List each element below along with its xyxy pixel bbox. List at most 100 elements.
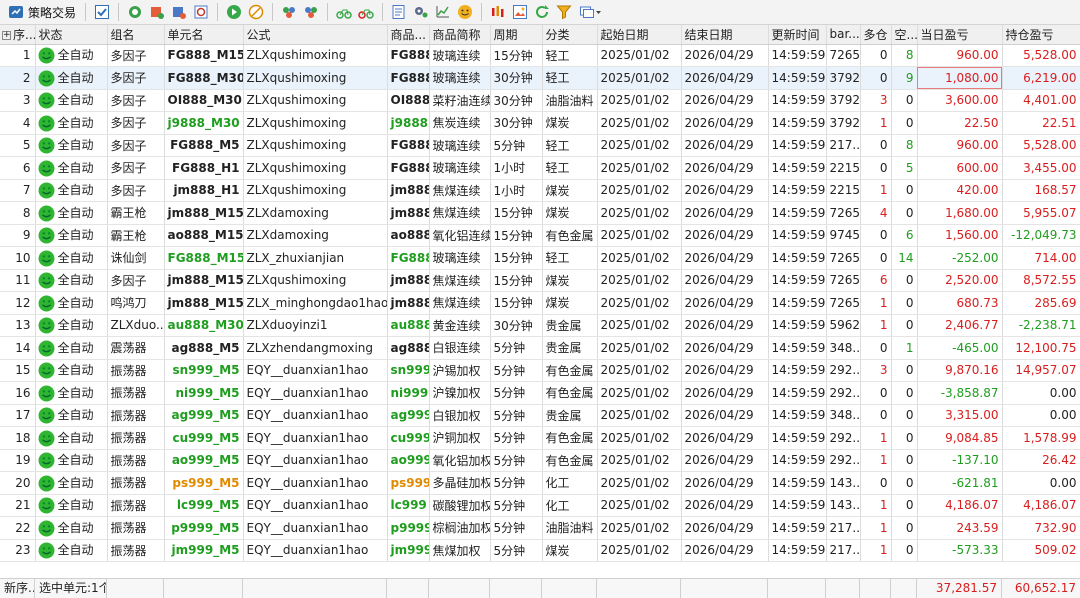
cell-day-pnl[interactable]: 3,600.00	[917, 89, 1003, 112]
cell-unit-name[interactable]: FG888_M15	[164, 44, 244, 67]
cell-unit-name[interactable]: FG888_M5	[164, 134, 244, 157]
cell-end-date[interactable]: 2026/04/29	[681, 111, 769, 135]
image-report-button[interactable]	[510, 2, 530, 22]
cell-index[interactable]: 13	[0, 314, 36, 337]
cell-period[interactable]: 1小时	[490, 179, 543, 202]
table-row[interactable]: 17 全自动 振荡器 ag999_M5 EQY__duanxian1hao ag999 白银…	[0, 404, 1080, 427]
cell-index[interactable]: 4	[0, 111, 36, 135]
cell-bars[interactable]: 217...	[826, 539, 861, 562]
cell-day-pnl[interactable]: -465.00	[917, 336, 1003, 360]
cell-position-pnl[interactable]: 22.51	[1002, 111, 1080, 135]
cell-product-name[interactable]: 焦煤加权	[429, 539, 491, 562]
cell-status[interactable]: 全自动	[35, 44, 108, 67]
cell-start-date[interactable]: 2025/01/02	[597, 359, 682, 382]
cell-end-date[interactable]: 2026/04/29	[681, 359, 769, 382]
cell-formula[interactable]: ZLXdamoxing	[243, 224, 388, 247]
cell-position-pnl[interactable]: 509.02	[1002, 539, 1080, 562]
cell-category[interactable]: 煤炭	[542, 291, 598, 315]
cell-short-position[interactable]: 6	[891, 224, 918, 247]
cell-unit-name[interactable]: ao888_M15	[164, 224, 244, 247]
cell-position-pnl[interactable]: -2,238.71	[1002, 314, 1080, 337]
cell-long-position[interactable]: 0	[860, 134, 892, 157]
cell-index[interactable]: 11	[0, 269, 36, 292]
cell-start-date[interactable]: 2025/01/02	[597, 381, 682, 405]
cell-status[interactable]: 全自动	[35, 246, 108, 270]
cell-day-pnl[interactable]: 420.00	[917, 179, 1003, 202]
cell-status[interactable]: 全自动	[35, 269, 108, 292]
cell-position-pnl[interactable]: 5,528.00	[1002, 44, 1080, 67]
cell-index[interactable]: 7	[0, 179, 36, 202]
cell-period[interactable]: 15分钟	[490, 201, 543, 225]
cell-unit-name[interactable]: cu999_M5	[164, 426, 244, 450]
cell-day-pnl[interactable]: 22.50	[917, 111, 1003, 135]
cell-bars[interactable]: 3792	[826, 66, 861, 90]
cell-group[interactable]: 多因子	[107, 179, 165, 202]
col-header-long[interactable]: 多仓	[860, 25, 892, 45]
cell-product-name[interactable]: 焦煤连续	[429, 179, 491, 202]
cell-formula[interactable]: ZLXduoyinzi1	[243, 314, 388, 337]
cell-end-date[interactable]: 2026/04/29	[681, 426, 769, 450]
cell-start-date[interactable]: 2025/01/02	[597, 494, 682, 517]
cell-update-time[interactable]: 14:59:59	[768, 516, 827, 540]
cell-product-name[interactable]: 沪镍加权	[429, 381, 491, 405]
cell-bars[interactable]: 7265	[826, 201, 861, 225]
cell-category[interactable]: 轻工	[542, 44, 598, 67]
cell-short-position[interactable]: 0	[891, 516, 918, 540]
cell-product-name[interactable]: 黄金连续	[429, 314, 491, 337]
stop-button[interactable]	[246, 2, 266, 22]
cell-index[interactable]: 14	[0, 336, 36, 360]
col-header-bars[interactable]: bar...	[826, 25, 861, 45]
cell-period[interactable]: 15分钟	[490, 269, 543, 292]
cell-group[interactable]: 霸王枪	[107, 224, 165, 247]
cell-end-date[interactable]: 2026/04/29	[681, 291, 769, 315]
cell-category[interactable]: 油脂油料	[542, 516, 598, 540]
cell-status[interactable]: 全自动	[35, 111, 108, 135]
cell-status[interactable]: 全自动	[35, 426, 108, 450]
cell-formula[interactable]: EQY__duanxian1hao	[243, 381, 388, 405]
col-header-formula[interactable]: 公式	[243, 25, 388, 45]
table-row[interactable]: 4 全自动 多因子 j9888_M30 ZLXqushimoxing j9888 焦炭连续 3…	[0, 111, 1080, 135]
cell-index[interactable]: 18	[0, 426, 36, 450]
cell-position-pnl[interactable]: 732.90	[1002, 516, 1080, 540]
cell-start-date[interactable]: 2025/01/02	[597, 449, 682, 472]
cell-position-pnl[interactable]: 4,186.07	[1002, 494, 1080, 517]
cell-index[interactable]: 9	[0, 224, 36, 247]
cell-short-position[interactable]: 0	[891, 494, 918, 517]
cell-update-time[interactable]: 14:59:59	[768, 201, 827, 225]
cell-position-pnl[interactable]: 5,528.00	[1002, 134, 1080, 157]
cell-end-date[interactable]: 2026/04/29	[681, 336, 769, 360]
cell-update-time[interactable]: 14:59:59	[768, 134, 827, 157]
cell-product-code[interactable]: ag999	[387, 404, 430, 427]
table-row[interactable]: 7 全自动 多因子 jm888_H1 ZLXqushimoxing jm888 焦煤连续 1小…	[0, 179, 1080, 202]
table-row[interactable]: 11 全自动 多因子 jm888_M15 ZLXqushimoxing jm888 焦煤连续…	[0, 269, 1080, 292]
candlestick-button[interactable]	[488, 2, 508, 22]
cell-group[interactable]: 振荡器	[107, 359, 165, 382]
cell-product-code[interactable]: ni999	[387, 381, 430, 405]
cell-start-date[interactable]: 2025/01/02	[597, 156, 682, 180]
cell-day-pnl[interactable]: -3,858.87	[917, 381, 1003, 405]
cell-period[interactable]: 15分钟	[490, 44, 543, 67]
cell-start-date[interactable]: 2025/01/02	[597, 111, 682, 135]
cell-bars[interactable]: 5962	[826, 314, 861, 337]
cell-status[interactable]: 全自动	[35, 359, 108, 382]
cell-start-date[interactable]: 2025/01/02	[597, 539, 682, 562]
cell-end-date[interactable]: 2026/04/29	[681, 269, 769, 292]
cell-long-position[interactable]: 4	[860, 201, 892, 225]
cell-status[interactable]: 全自动	[35, 134, 108, 157]
cell-update-time[interactable]: 14:59:59	[768, 269, 827, 292]
cell-end-date[interactable]: 2026/04/29	[681, 449, 769, 472]
cell-product-code[interactable]: jm888	[387, 269, 430, 292]
cell-update-time[interactable]: 14:59:59	[768, 89, 827, 112]
cell-product-name[interactable]: 玻璃连续	[429, 44, 491, 67]
cell-update-time[interactable]: 14:59:59	[768, 66, 827, 90]
cell-update-time[interactable]: 14:59:59	[768, 539, 827, 562]
chart-refresh-button[interactable]	[191, 2, 211, 22]
cell-group[interactable]: 振荡器	[107, 426, 165, 450]
cell-formula[interactable]: EQY__duanxian1hao	[243, 449, 388, 472]
cell-period[interactable]: 30分钟	[490, 314, 543, 337]
cell-short-position[interactable]: 0	[891, 449, 918, 472]
cell-period[interactable]: 5分钟	[490, 539, 543, 562]
cell-position-pnl[interactable]: 8,572.55	[1002, 269, 1080, 292]
table-row[interactable]: 2全自动多因子FG888_M30ZLXqushimoxingFG888玻璃连续3…	[0, 66, 1080, 90]
cell-end-date[interactable]: 2026/04/29	[681, 66, 769, 90]
